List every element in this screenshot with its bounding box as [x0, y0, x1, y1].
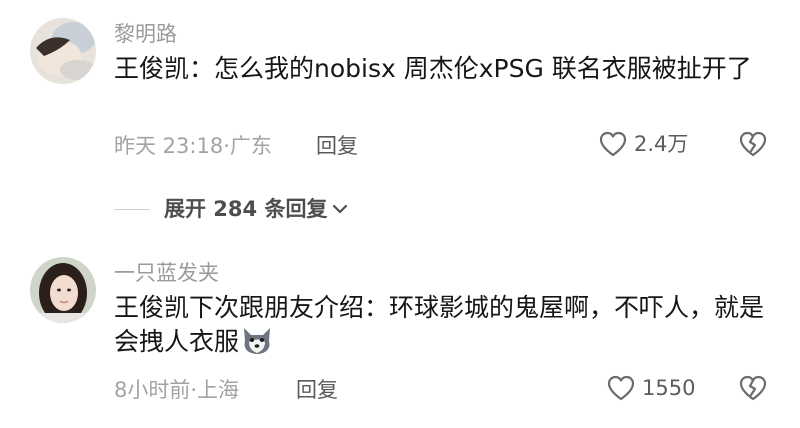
- like-count: 1550: [642, 376, 696, 400]
- reply-button[interactable]: 回复: [316, 132, 358, 160]
- comment-text: 王俊凯：怎么我的nobisx 周杰伦xPSG 联名衣服被扯开了: [114, 54, 752, 83]
- heart-outline-icon: [607, 375, 635, 401]
- expand-replies-label: 展开 284 条回复: [164, 197, 328, 221]
- time-location: 昨天 23:18·广东: [114, 134, 272, 158]
- like-button[interactable]: 2.4万: [598, 130, 688, 158]
- chevron-down-icon: [333, 204, 348, 214]
- divider: [114, 208, 150, 210]
- username[interactable]: 一只蓝发夹: [114, 259, 219, 287]
- like-button[interactable]: 1550: [606, 374, 695, 402]
- comment-text: 王俊凯下次跟朋友介绍：环球影城的鬼屋啊，不吓人，就是会拽人衣服: [114, 291, 774, 365]
- username[interactable]: 黎明路: [114, 20, 177, 48]
- dislike-button[interactable]: [738, 130, 768, 162]
- expand-replies-button[interactable]: 展开 284 条回复: [114, 195, 349, 223]
- reply-button[interactable]: 回复: [296, 376, 338, 404]
- broken-heart-icon: [739, 375, 767, 401]
- wolf-emoji: [241, 326, 273, 365]
- like-count: 2.4万: [634, 132, 689, 156]
- dislike-button[interactable]: [738, 374, 768, 406]
- avatar[interactable]: [30, 257, 96, 323]
- broken-heart-icon: [739, 131, 767, 157]
- avatar[interactable]: [30, 18, 96, 84]
- heart-outline-icon: [599, 131, 627, 157]
- time-location: 8小时前·上海: [114, 378, 240, 402]
- comment-text-content: 王俊凯下次跟朋友介绍：环球影城的鬼屋啊，不吓人，就是会拽人衣服: [114, 293, 765, 356]
